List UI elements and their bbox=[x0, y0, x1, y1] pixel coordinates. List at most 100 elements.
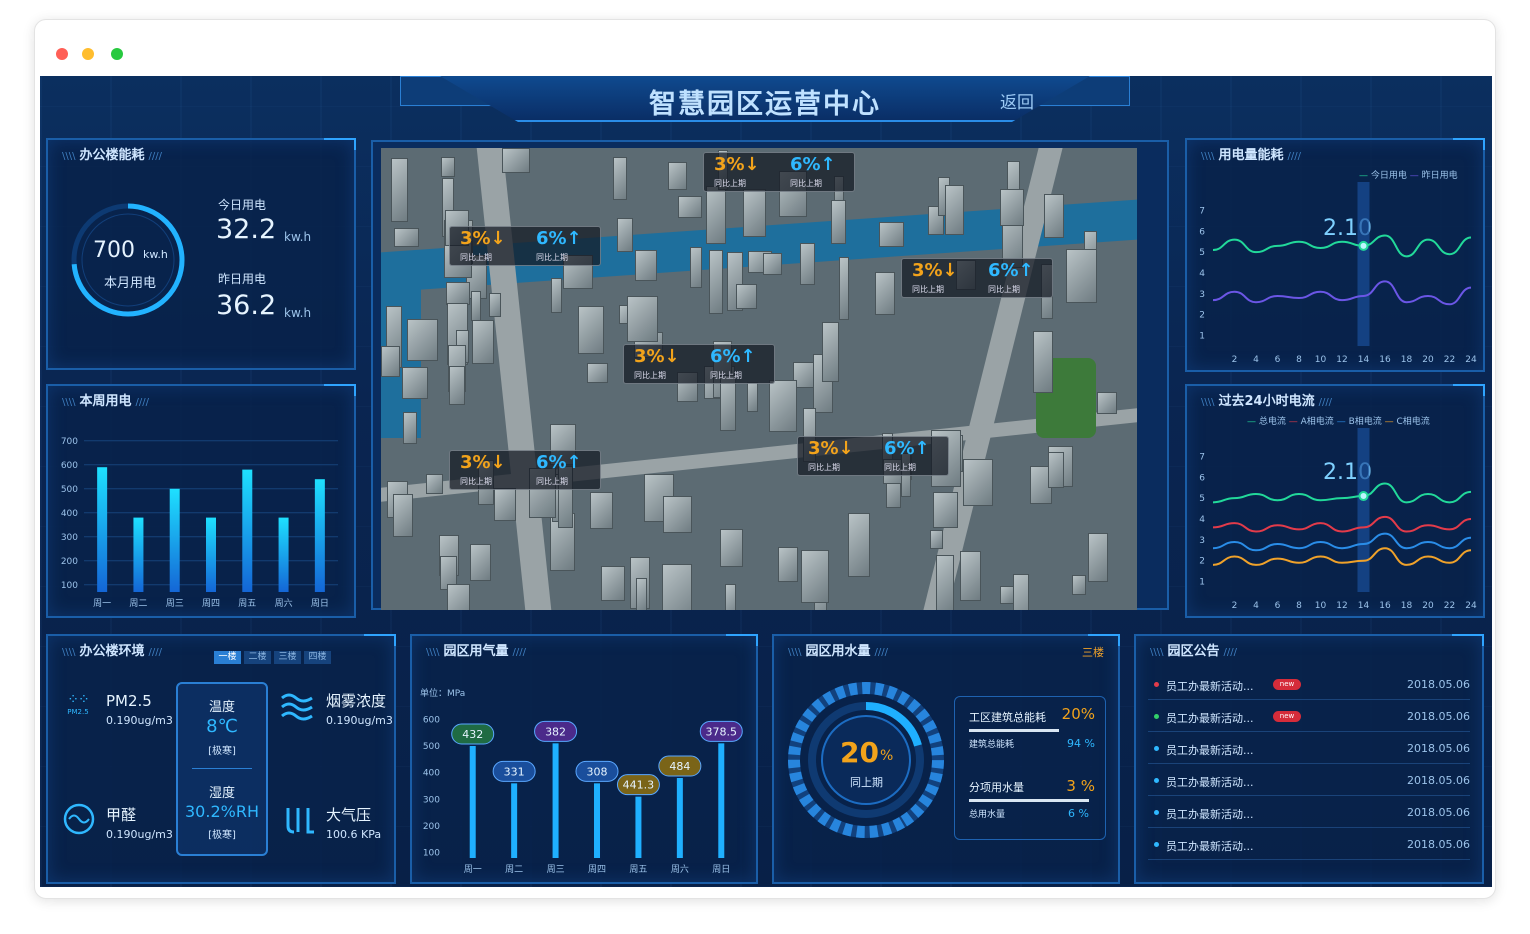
map-stat-tag[interactable]: 3%↓ 6%↑ 同比上期 同比上期 bbox=[623, 344, 775, 384]
row2-bar bbox=[969, 799, 1089, 802]
notice-date: 2018.05.06 bbox=[1407, 806, 1470, 819]
notice-item[interactable]: 员工办最新活动... 2018.05.06 bbox=[1148, 738, 1470, 764]
x-tick-label: 8 bbox=[1296, 355, 1302, 365]
y-tick-label: 7 bbox=[1199, 452, 1205, 462]
water-panel-title-text: 园区用水量 bbox=[805, 644, 871, 659]
back-button[interactable]: 返回 bbox=[1000, 88, 1034, 113]
building bbox=[999, 189, 1024, 226]
gas-value-label: 432 bbox=[462, 728, 483, 741]
y-tick-label: 200 bbox=[423, 822, 440, 832]
notice-bullet bbox=[1154, 810, 1159, 815]
minimize-dot[interactable] bbox=[82, 48, 94, 60]
x-tick-label: 20 bbox=[1422, 601, 1434, 611]
x-tick-label: 周五 bbox=[629, 864, 647, 875]
pressure-value: 100.6 KPa bbox=[326, 828, 382, 841]
week-bar bbox=[133, 517, 144, 592]
week-bar bbox=[169, 488, 180, 592]
energy-gauge-value: 700 bbox=[93, 238, 135, 263]
row1-sub-value: 94 % bbox=[1067, 737, 1095, 750]
x-tick-label: 周三 bbox=[166, 598, 184, 609]
notice-date: 2018.05.06 bbox=[1407, 774, 1470, 787]
series-line bbox=[1212, 280, 1472, 306]
x-tick-label: 2 bbox=[1232, 601, 1238, 611]
week-bar bbox=[314, 479, 325, 592]
row2-sub-value: 6 % bbox=[1068, 807, 1089, 820]
temp-humidity-card: 温度 8℃ [极寒] 湿度 30.2%RH [极寒] bbox=[176, 682, 268, 856]
building bbox=[612, 157, 628, 200]
tag-up-value: 6%↑ bbox=[790, 154, 836, 175]
building bbox=[930, 530, 944, 549]
building bbox=[586, 362, 608, 384]
maximize-dot[interactable] bbox=[111, 48, 123, 60]
series-line bbox=[1212, 547, 1472, 566]
building bbox=[636, 578, 648, 610]
map-stat-tag[interactable]: 3%↓ 6%↑ 同比上期 同比上期 bbox=[449, 450, 601, 490]
close-dot[interactable] bbox=[56, 48, 68, 60]
x-tick-label: 周一 bbox=[464, 864, 482, 875]
y-tick-label: 6 bbox=[1199, 473, 1205, 483]
notice-bullet bbox=[1154, 714, 1159, 719]
floor-tabs: 一楼 二楼 三楼 四楼 bbox=[214, 644, 334, 664]
building bbox=[617, 218, 634, 253]
tab-floor-2[interactable]: 二楼 bbox=[244, 651, 271, 664]
gas-panel: \\\\ 园区用气量//// 单位：MPa 100 200 300 400 500 600 4… bbox=[410, 634, 758, 884]
y-tick-label: 4 bbox=[1199, 269, 1205, 279]
energy-panel-title: \\\\ 办公楼能耗//// bbox=[62, 148, 162, 163]
building bbox=[875, 271, 895, 315]
x-tick-label: 周日 bbox=[712, 864, 730, 875]
week-panel: \\\\ 本周用电//// 100 200 300 400 500 600 700 周一 周二 周三… bbox=[46, 384, 356, 618]
building bbox=[1043, 194, 1064, 238]
y-tick-label: 400 bbox=[61, 509, 78, 519]
row2-sub: 总用水量 bbox=[969, 810, 1006, 820]
x-tick-label: 10 bbox=[1315, 355, 1327, 365]
tag-up-value: 6%↑ bbox=[710, 346, 756, 367]
x-tick-label: 4 bbox=[1253, 355, 1259, 365]
notice-bullet bbox=[1154, 682, 1159, 687]
building bbox=[879, 222, 904, 248]
tab-floor-3[interactable]: 三楼 bbox=[274, 651, 301, 664]
tab-floor-4[interactable]: 四楼 bbox=[304, 651, 331, 664]
main-road bbox=[476, 148, 552, 610]
y-tick-label: 500 bbox=[423, 742, 440, 752]
x-tick-label: 8 bbox=[1296, 601, 1302, 611]
energy-gauge-unit: kw.h bbox=[143, 248, 168, 261]
smoke-icon bbox=[281, 693, 313, 721]
notice-item[interactable]: 员工办最新活动... 2018.05.06 bbox=[1148, 770, 1470, 796]
today-unit: kw.h bbox=[284, 230, 312, 244]
y-tick-label: 700 bbox=[61, 437, 78, 447]
tag-sub-label: 同比上期 bbox=[536, 253, 568, 262]
page-title: 智慧园区运营中心 bbox=[649, 89, 881, 120]
x-tick-label: 6 bbox=[1275, 601, 1281, 611]
yesterday-label: 昨日用电 bbox=[218, 272, 267, 286]
gas-bar bbox=[718, 743, 725, 858]
notice-item[interactable]: 员工办最新活动... new 2018.05.06 bbox=[1148, 674, 1470, 700]
env-panel-title-text: 办公楼环境 bbox=[79, 644, 145, 659]
notice-item[interactable]: 员工办最新活动... 2018.05.06 bbox=[1148, 802, 1470, 828]
week-panel-title: \\\\ 本周用电//// bbox=[62, 394, 149, 409]
water-gauge-unit: % bbox=[880, 748, 894, 764]
week-panel-title-text: 本周用电 bbox=[79, 394, 132, 409]
building bbox=[470, 291, 482, 321]
notice-date: 2018.05.06 bbox=[1407, 710, 1470, 723]
x-tick-label: 24 bbox=[1465, 355, 1477, 365]
energy-panel-title-text: 办公楼能耗 bbox=[79, 148, 145, 163]
building bbox=[800, 242, 816, 285]
notice-item[interactable]: 员工办最新活动... 2018.05.06 bbox=[1148, 834, 1470, 860]
building bbox=[705, 185, 726, 244]
map-stat-tag[interactable]: 3%↓ 6%↑ 同比上期 同比上期 bbox=[703, 152, 855, 192]
week-bar bbox=[206, 517, 216, 592]
x-tick-label: 周二 bbox=[505, 864, 523, 875]
map-stat-tag[interactable]: 3%↓ 6%↑ 同比上期 同比上期 bbox=[449, 226, 601, 266]
yesterday-unit: kw.h bbox=[284, 306, 312, 320]
y-tick-label: 300 bbox=[423, 795, 440, 805]
map-stat-tag[interactable]: 3%↓ 6%↑ 同比上期 同比上期 bbox=[901, 258, 1053, 298]
current-panel-title: \\\\ 过去24小时电流//// bbox=[1201, 394, 1333, 409]
x-tick-label: 4 bbox=[1253, 601, 1259, 611]
gas-bar bbox=[511, 783, 518, 858]
map-stat-tag[interactable]: 3%↓ 6%↑ 同比上期 同比上期 bbox=[797, 436, 949, 476]
notice-item[interactable]: 员工办最新活动... new 2018.05.06 bbox=[1148, 706, 1470, 732]
tab-floor-1[interactable]: 一楼 bbox=[214, 651, 241, 664]
elec-chart: 12345672 4 6 8 10 12 14 16 18 20 22 24 bbox=[1199, 182, 1477, 365]
yesterday-value: 36.2 bbox=[216, 290, 277, 321]
water-building-select[interactable]: 三楼 bbox=[1082, 644, 1104, 660]
